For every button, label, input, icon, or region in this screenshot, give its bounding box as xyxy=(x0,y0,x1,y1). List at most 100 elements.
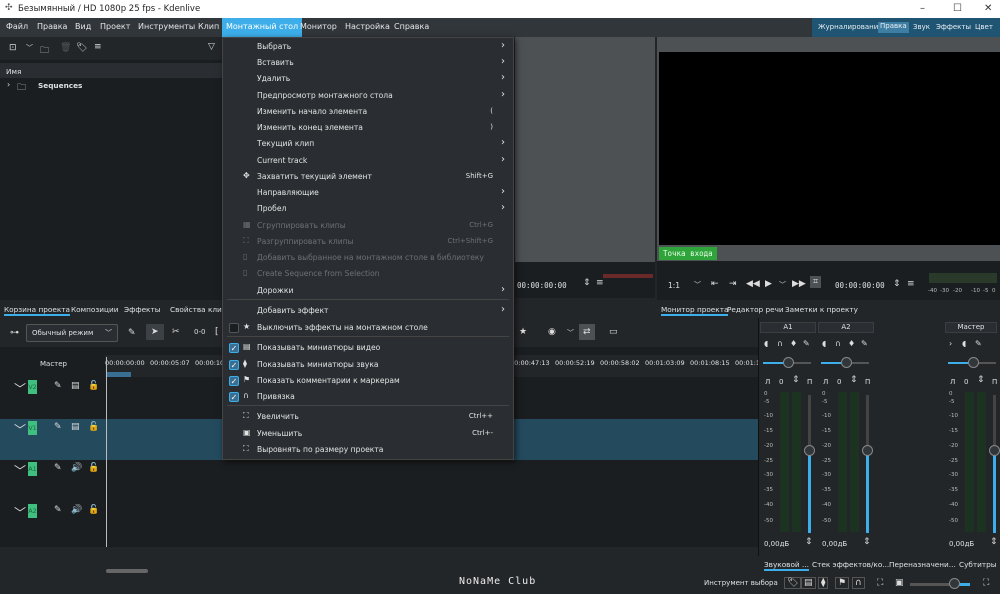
mix-icon[interactable]: ⇄ xyxy=(579,324,595,340)
expand-icon[interactable]: › xyxy=(949,339,952,348)
collapse-icon[interactable]: ﹀ xyxy=(14,462,26,479)
spacer-icon[interactable]: 0-0 xyxy=(194,328,205,336)
zone-marker[interactable] xyxy=(107,372,131,377)
menu-view[interactable]: Вид xyxy=(75,22,91,31)
video-display[interactable] xyxy=(659,52,1000,245)
tab-effects[interactable]: Эффекты xyxy=(124,305,160,314)
mute-icon[interactable]: ◖ xyxy=(962,339,966,348)
lock-icon[interactable]: 🔓 xyxy=(88,381,99,391)
zoom-slider-handle[interactable] xyxy=(949,578,960,589)
checkbox[interactable]: ✓ xyxy=(229,360,239,370)
film-icon[interactable]: ▤ xyxy=(71,422,80,432)
tab-subtitles[interactable]: Субтитры xyxy=(959,560,997,569)
menu-item[interactable]: ✓ ▤ Показывать миниатюры видео xyxy=(223,340,513,356)
gain-value[interactable]: 0,00дБ xyxy=(822,540,847,548)
lock-icon[interactable]: 🔓 xyxy=(88,422,99,432)
effects-icon[interactable]: ✎ xyxy=(803,339,810,348)
tag-icon[interactable]: 🏷 xyxy=(76,43,87,53)
menu-item[interactable]: ★ Выключить эффекты на монтажном столе xyxy=(223,320,513,336)
effects-icon[interactable]: ✎ xyxy=(861,339,868,348)
menu-clip[interactable]: Клип xyxy=(198,22,219,31)
volume-fader[interactable] xyxy=(804,395,815,533)
chevron-down-icon[interactable]: ﹀ xyxy=(694,280,701,290)
menu-help[interactable]: Справка xyxy=(394,22,429,31)
gain-value[interactable]: 0,00дБ xyxy=(764,540,789,548)
spin-icon[interactable]: ⇕ xyxy=(850,375,858,385)
menu-item[interactable]: Изменить начало элемента ( xyxy=(223,104,513,120)
effects-icon[interactable]: ✎ xyxy=(54,381,62,391)
add-clip-icon[interactable]: ⊡ xyxy=(9,43,17,53)
workspace-effects[interactable]: Эффекты xyxy=(936,23,971,31)
menu-item[interactable]: ⛶ Увеличить Ctrl++ xyxy=(223,409,513,425)
column-name[interactable]: Имя xyxy=(6,67,21,76)
close-button[interactable]: ✕ xyxy=(984,3,992,14)
menu-item[interactable]: Удалить › xyxy=(223,71,513,87)
tab-audio-mixer[interactable]: Звуковой ... xyxy=(764,560,809,571)
menu-icon[interactable]: ≡ xyxy=(94,42,102,52)
horizontal-scrollbar[interactable] xyxy=(106,569,148,573)
menu-file[interactable]: Файл xyxy=(6,22,28,31)
tab-project-notes[interactable]: Заметки к проекту xyxy=(785,305,858,314)
chevron-down-icon[interactable]: ﹀ xyxy=(26,43,33,53)
workspace-color[interactable]: Цвет xyxy=(975,23,993,31)
spin-icon[interactable]: ⇕ xyxy=(805,537,813,547)
menu-project[interactable]: Проект xyxy=(100,22,130,31)
film-icon[interactable]: ▤ xyxy=(71,381,80,391)
edit-mode-select[interactable]: Обычный режим ﹀ xyxy=(26,324,118,342)
delete-icon[interactable]: 🗑 xyxy=(60,43,71,53)
zoom-select[interactable]: 1:1 xyxy=(668,281,680,290)
tab-effect-stack[interactable]: Стек эффектов/ко... xyxy=(812,560,889,569)
chevron-down-icon[interactable]: ﹀ xyxy=(779,280,786,290)
menu-item[interactable]: Добавить эффект › xyxy=(223,303,513,319)
effects-icon[interactable]: ✎ xyxy=(975,339,982,348)
zoom-in-icon[interactable]: ⛶ xyxy=(983,578,989,588)
razor-effect-icon[interactable]: ✎ xyxy=(128,328,136,338)
pan-value[interactable]: 0 xyxy=(779,378,783,386)
bin-item-sequences[interactable]: Sequences xyxy=(38,81,82,90)
spin-icon[interactable]: ⇕ xyxy=(792,375,800,385)
effects-icon[interactable]: ✎ xyxy=(54,422,62,432)
collapse-icon[interactable]: ﹀ xyxy=(14,380,26,397)
tag-icon[interactable]: 🏷 xyxy=(784,577,802,589)
pan-slider[interactable] xyxy=(763,357,811,368)
workspace-editing[interactable]: Правка xyxy=(878,22,909,33)
spin-icon[interactable]: ⇕ xyxy=(583,278,591,288)
menu-monitor[interactable]: Монитор xyxy=(300,22,337,31)
pan-slider[interactable] xyxy=(948,357,996,368)
record-icon[interactable]: ♦ xyxy=(790,339,797,348)
menu-tools[interactable]: Инструменты xyxy=(138,22,195,31)
lock-icon[interactable]: 🔓 xyxy=(88,505,99,515)
workspace-logging[interactable]: Журналирование xyxy=(818,23,883,31)
menu-item[interactable]: Выбрать › xyxy=(223,39,513,55)
slip-icon[interactable]: [ xyxy=(215,327,219,337)
maximize-button[interactable]: ☐ xyxy=(953,3,962,14)
effects-icon[interactable]: ✎ xyxy=(54,505,62,515)
menu-item[interactable]: Предпросмотр монтажного стола › xyxy=(223,88,513,104)
track-a2[interactable]: ﹀ A2 ✎ 🔊 🔓 xyxy=(0,502,758,544)
chevron-down-icon[interactable]: ﹀ xyxy=(567,328,574,338)
tab-compositions[interactable]: Композиции xyxy=(71,305,118,314)
set-in-icon[interactable]: ⇤ xyxy=(711,279,719,289)
collapse-icon[interactable]: ﹀ xyxy=(14,421,26,438)
menu-settings[interactable]: Настройка xyxy=(345,22,390,31)
gain-value[interactable]: 0,00дБ xyxy=(949,540,974,548)
volume-fader[interactable] xyxy=(862,395,873,533)
razor-icon[interactable]: ✂ xyxy=(172,327,180,337)
tab-project-bin[interactable]: Корзина проекта xyxy=(4,305,70,316)
crop-icon[interactable]: ⌗ xyxy=(810,276,822,288)
solo-icon[interactable]: ∩ xyxy=(835,339,841,348)
volume-fader[interactable] xyxy=(989,395,1000,533)
minimize-button[interactable]: – xyxy=(920,3,925,14)
menu-item[interactable]: Направляющие › xyxy=(223,185,513,201)
menu-item[interactable]: ▣ Уменьшить Ctrl+- xyxy=(223,426,513,442)
checkbox[interactable] xyxy=(229,323,239,333)
speaker-icon[interactable]: 🔊 xyxy=(71,505,82,515)
menu-item[interactable]: Дорожки › xyxy=(223,283,513,299)
subtitle-icon[interactable]: ▭ xyxy=(609,327,618,337)
pan-value[interactable]: 0 xyxy=(964,378,968,386)
menu-item[interactable]: ✓ ⚑ Показать комментарии к маркерам xyxy=(223,373,513,389)
menu-item[interactable]: ⛶ Разгруппировать клипы Ctrl+Shift+G xyxy=(223,234,513,250)
tab-project-monitor[interactable]: Монитор проекта xyxy=(661,305,729,316)
mute-icon[interactable]: ◖ xyxy=(764,339,768,348)
spin-icon[interactable]: ⇕ xyxy=(990,537,998,547)
